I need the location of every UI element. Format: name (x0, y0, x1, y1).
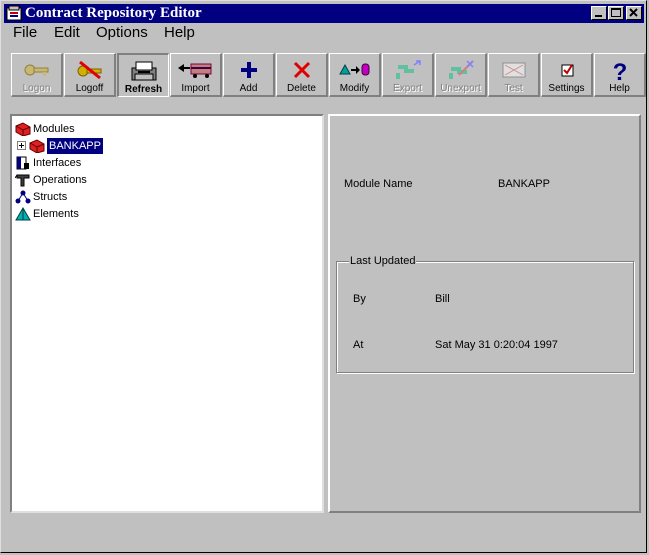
logon-label: Logon (22, 83, 51, 94)
tree-label-structs: Structs (33, 191, 68, 203)
modify-button[interactable]: Modify (329, 53, 381, 97)
module-icon (29, 139, 45, 153)
modules-icon (15, 122, 31, 136)
refresh-label: Refresh (124, 84, 163, 95)
add-label: Add (239, 83, 258, 94)
app-icon (6, 5, 22, 21)
delete-label: Delete (287, 83, 316, 94)
minimize-icon (595, 15, 602, 17)
operations-icon (15, 174, 30, 187)
unexport-button[interactable]: Unexport (435, 53, 487, 97)
help-label: Help (609, 83, 630, 94)
delete-button[interactable]: Delete (276, 53, 328, 97)
elements-icon (15, 207, 31, 221)
last-updated-group: Last Updated By Bill At Sat May 31 0:20:… (336, 254, 634, 373)
settings-button[interactable]: Settings (541, 53, 593, 97)
export-icon (395, 60, 421, 79)
add-button[interactable]: Add (223, 53, 275, 97)
structs-icon (15, 190, 31, 204)
settings-label: Settings (548, 83, 585, 94)
close-button[interactable] (626, 6, 642, 20)
key-icon (24, 64, 48, 76)
tree-label-bankapp: BANKAPP (47, 138, 103, 154)
expand-icon[interactable] (17, 139, 27, 153)
interfaces-icon (16, 156, 29, 170)
window-title: Contract Repository Editor (25, 5, 202, 21)
tree-label-operations: Operations (33, 174, 87, 186)
close-icon (629, 8, 638, 17)
main-window: Contract Repository Editor File Edit Opt… (0, 0, 647, 553)
menu-edit[interactable]: Edit (54, 24, 80, 42)
last-updated-title: Last Updated (349, 254, 417, 268)
tree-label-modules: Modules (33, 123, 75, 135)
test-button[interactable]: Test (488, 53, 540, 97)
module-name-value: BANKAPP (498, 178, 550, 190)
at-value: Sat May 31 0:20:04 1997 (435, 339, 558, 351)
maximize-button[interactable] (608, 6, 624, 20)
module-name-label: Module Name (344, 178, 413, 190)
menu-options[interactable]: Options (96, 24, 148, 42)
export-label: Export (393, 83, 422, 94)
maximize-icon (611, 8, 621, 17)
refresh-icon (131, 61, 156, 81)
toolbar: Logon Logoff Refresh Import Add Delete M… (11, 53, 646, 97)
delete-x-icon (293, 61, 310, 79)
logoff-key-icon (77, 60, 101, 80)
title-bar[interactable]: Contract Repository Editor (4, 4, 644, 23)
tree-label-elements: Elements (33, 208, 79, 220)
unexport-icon (448, 60, 474, 79)
logoff-button[interactable]: Logoff (64, 53, 116, 97)
modify-label: Modify (339, 83, 370, 94)
refresh-button[interactable]: Refresh (117, 53, 169, 97)
import-button[interactable]: Import (170, 53, 222, 97)
tree-pane[interactable]: Modules BANKAPP Interfaces Operations St… (10, 114, 324, 513)
settings-checkbox-icon (561, 64, 573, 77)
logon-button[interactable]: Logon (11, 53, 63, 97)
plus-icon (240, 62, 257, 78)
by-label: By (353, 293, 366, 305)
import-label: Import (181, 83, 210, 94)
logoff-label: Logoff (75, 83, 104, 94)
test-label: Test (504, 83, 523, 94)
help-button[interactable]: ? Help (594, 53, 646, 97)
tree-label-interfaces: Interfaces (33, 157, 82, 169)
svg-text:?: ? (612, 59, 627, 83)
at-label: At (353, 339, 364, 351)
menu-file[interactable]: File (13, 24, 37, 42)
menu-bar: File Edit Options Help (4, 23, 644, 43)
export-button[interactable]: Export (382, 53, 434, 97)
modify-shapes-icon (338, 63, 369, 76)
minimize-button[interactable] (591, 6, 607, 20)
status-bar (4, 518, 644, 548)
menu-help[interactable]: Help (164, 24, 195, 42)
unexport-label: Unexport (440, 83, 481, 94)
question-icon: ? (612, 59, 627, 83)
import-truck-icon (177, 63, 211, 78)
by-value: Bill (435, 293, 450, 305)
details-pane: Module Name BANKAPP Last Updated By Bill… (328, 114, 641, 513)
test-icon (502, 62, 525, 78)
